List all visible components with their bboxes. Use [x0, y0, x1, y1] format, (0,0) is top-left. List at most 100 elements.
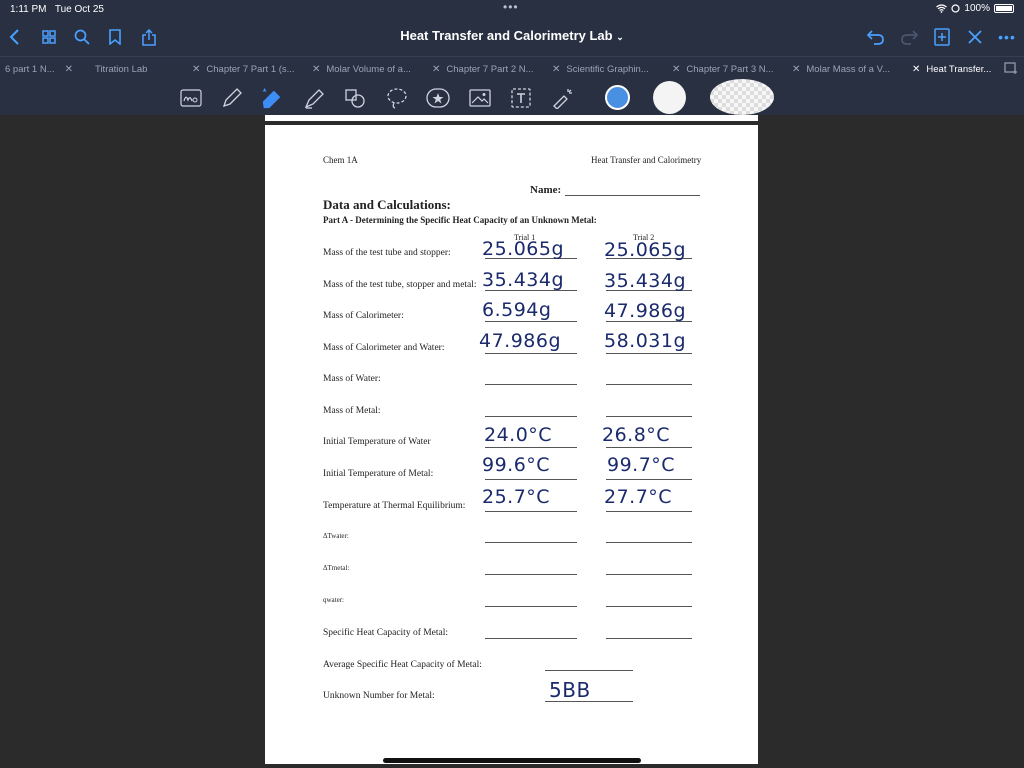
handwriting-convert-icon[interactable] — [179, 86, 203, 110]
close-tab-icon[interactable]: ✕ — [552, 64, 560, 75]
highlighter-icon[interactable] — [302, 86, 326, 110]
tab-bar: 6 part 1 N... ✕ Titration Lab ✕ Chapter 7 … — [0, 56, 1024, 80]
handwritten-value: 35.434g — [604, 270, 687, 292]
image-icon[interactable] — [468, 86, 492, 110]
answer-line[interactable] — [606, 353, 692, 354]
navigation-bar: Heat Transfer and Calorimetry Lab ⌄ ••• — [0, 20, 1024, 56]
battery-status: 100% — [936, 3, 1014, 14]
section-title: Data and Calculations: — [323, 197, 451, 212]
answer-line[interactable] — [485, 321, 577, 322]
tab-item[interactable]: ✕ Scientific Graphin... — [552, 57, 664, 81]
sticker-icon[interactable] — [426, 86, 450, 110]
name-line[interactable] — [565, 195, 700, 196]
answer-line[interactable] — [485, 574, 577, 575]
average-label: Average Specific Heat Capacity of Metal: — [323, 660, 482, 670]
status-bar: 1:11 PM Tue Oct 25 ••• 100% — [0, 0, 1024, 20]
handwritten-value: 25.065g — [604, 239, 687, 261]
handwritten-value: 99.6°C — [482, 454, 551, 476]
tab-item[interactable]: ✕ Molar Volume of a... — [312, 57, 424, 81]
answer-line[interactable] — [606, 384, 692, 385]
close-tab-icon[interactable]: ✕ — [672, 64, 680, 75]
row-label: Mass of Metal: — [323, 406, 381, 416]
handwritten-value: 27.7°C — [604, 486, 673, 508]
handwritten-value: 24.0°C — [484, 424, 553, 446]
tab-item-active[interactable]: ✕ Heat Transfer... — [912, 57, 1000, 81]
answer-line[interactable] — [606, 606, 692, 607]
add-page-icon[interactable] — [930, 26, 954, 48]
tab-item[interactable]: Titration Lab — [95, 57, 185, 81]
color-swatch-blue[interactable] — [605, 85, 630, 110]
close-tab-icon[interactable]: ✕ — [312, 64, 320, 75]
row-label: ΔTmetal: — [323, 564, 350, 572]
handwritten-value: 5BB — [549, 678, 591, 702]
answer-line[interactable] — [545, 670, 633, 671]
row-label: Mass of Water: — [323, 374, 381, 384]
row-label: Mass of Calorimeter: — [323, 311, 404, 321]
close-tab-icon[interactable]: ✕ — [192, 64, 200, 75]
answer-line[interactable] — [606, 542, 692, 543]
handwritten-value: 47.986g — [479, 330, 562, 352]
header-course: Chem 1A — [323, 155, 358, 165]
new-tab-icon[interactable] — [1004, 62, 1018, 80]
multitask-dots[interactable]: ••• — [503, 0, 519, 14]
answer-line[interactable] — [485, 353, 577, 354]
redo-icon[interactable] — [897, 26, 921, 48]
answer-line[interactable] — [606, 511, 692, 512]
handwritten-value: 26.8°C — [602, 424, 671, 446]
answer-line[interactable] — [606, 447, 692, 448]
answer-line[interactable] — [606, 638, 692, 639]
tab-item[interactable]: ✕ Chapter 7 Part 1 (s... — [192, 57, 304, 81]
answer-line[interactable] — [485, 542, 577, 543]
handwritten-value: 47.986g — [604, 300, 687, 322]
eraser-icon[interactable] — [260, 86, 284, 110]
answer-line[interactable] — [485, 511, 577, 512]
answer-line[interactable] — [485, 416, 577, 417]
more-icon[interactable]: ••• — [995, 26, 1019, 48]
answer-line[interactable] — [606, 416, 692, 417]
handwritten-value: 99.7°C — [607, 454, 676, 476]
wifi-icon — [936, 4, 948, 13]
tab-item[interactable]: 6 part 1 N... ✕ — [5, 57, 77, 81]
answer-line[interactable] — [485, 447, 577, 448]
handwritten-value: 6.594g — [482, 299, 552, 321]
chevron-down-icon: ⌄ — [616, 32, 624, 42]
home-indicator[interactable] — [383, 758, 641, 763]
shapes-icon[interactable] — [343, 86, 367, 110]
status-time: 1:11 PM Tue Oct 25 — [10, 4, 104, 15]
handwritten-value: 25.7°C — [482, 486, 551, 508]
pen-icon[interactable] — [220, 86, 244, 110]
pen-toolbar — [0, 79, 1024, 115]
answer-line[interactable] — [485, 384, 577, 385]
close-tab-icon[interactable]: ✕ — [432, 64, 440, 75]
previous-page-edge — [265, 115, 758, 121]
row-label: qwater: — [323, 596, 344, 604]
battery-percent: 100% — [964, 3, 990, 14]
color-swatch-white[interactable] — [653, 81, 686, 114]
document-page[interactable]: Chem 1A Heat Transfer and Calorimetry Na… — [265, 125, 758, 764]
answer-line[interactable] — [485, 479, 577, 480]
laser-pointer-icon[interactable] — [551, 86, 575, 110]
tab-item[interactable]: ✕ Chapter 7 Part 2 N... — [432, 57, 544, 81]
answer-line[interactable] — [485, 606, 577, 607]
row-label: Specific Heat Capacity of Metal: — [323, 628, 449, 638]
close-tab-icon[interactable]: ✕ — [65, 64, 73, 75]
lasso-icon[interactable] — [385, 86, 409, 110]
close-tab-icon[interactable]: ✕ — [912, 64, 920, 75]
row-label: ΔTwater: — [323, 532, 349, 540]
color-swatch-transparent[interactable] — [710, 79, 774, 115]
close-tab-icon[interactable]: ✕ — [792, 64, 800, 75]
close-pen-icon[interactable] — [963, 26, 987, 48]
answer-line[interactable] — [606, 479, 692, 480]
tab-item[interactable]: ✕ Molar Mass of a V... — [792, 57, 904, 81]
answer-line[interactable] — [485, 638, 577, 639]
orientation-lock-icon — [951, 4, 961, 13]
tab-item[interactable]: ✕ Chapter 7 Part 3 N... — [672, 57, 784, 81]
part-title: Part A - Determining the Specific Heat C… — [323, 215, 597, 225]
undo-icon[interactable] — [864, 26, 888, 48]
text-box-icon[interactable] — [509, 86, 533, 110]
row-label: Initial Temperature of Metal: — [323, 469, 434, 479]
handwritten-value: 35.434g — [482, 269, 565, 291]
unknown-number-label: Unknown Number for Metal: — [323, 691, 435, 701]
row-label: Mass of the test tube and stopper: — [323, 248, 451, 258]
answer-line[interactable] — [606, 574, 692, 575]
